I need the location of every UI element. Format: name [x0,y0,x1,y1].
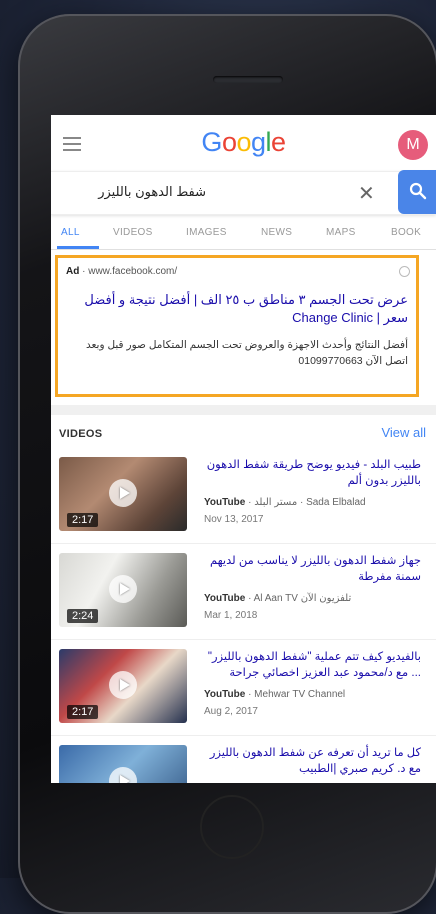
video-platform: YouTube [204,593,246,604]
video-date: Nov 13, 2017 [204,514,264,525]
video-title[interactable]: بالفيديو كيف تتم عملية "شفط الدهون باللي… [201,649,421,681]
video-result[interactable]: كل ما تريد أن تعرفه عن شفط الدهون بالليز… [59,745,429,783]
info-icon[interactable] [399,266,410,277]
video-result[interactable]: 2:17 طبيب البلد - فيديو يوضح طريقة شفط ا… [59,457,429,537]
video-title[interactable]: طبيب البلد - فيديو يوضح طريقة شفط الدهون… [201,457,421,489]
video-title[interactable]: جهاز شفط الدهون بالليزر لا يناسب من لديه… [201,553,421,585]
videos-heading: VIDEOS [59,428,103,440]
ad-title-link[interactable]: عرض تحت الجسم ٣ مناطق ب ٢٥ الف | أفضل نت… [66,291,408,327]
video-thumbnail[interactable] [59,745,187,783]
ad-result[interactable]: Ad · www.facebook.com/ عرض تحت الجسم ٣ م… [55,255,419,397]
video-thumbnail[interactable]: 2:24 [59,553,187,627]
phone-speaker [213,76,283,83]
section-divider [51,405,436,415]
ad-badge: Ad [66,266,80,277]
google-header: Google M [51,115,436,171]
logo-letter: G [201,127,222,157]
video-thumbnail[interactable]: 2:17 [59,457,187,531]
video-date: Mar 1, 2018 [204,610,258,621]
video-source: YouTube · Al Aan TV تلفزيون الآن [204,593,351,604]
divider [51,543,436,544]
tab-maps[interactable]: MAPS [326,227,356,238]
search-button[interactable] [398,170,436,214]
video-source: YouTube · مستر البلد · Sada Elbalad [204,497,366,508]
play-icon[interactable] [109,671,137,699]
tab-videos[interactable]: VIDEOS [113,227,153,238]
video-channel: · مستر البلد · Sada Elbalad [248,497,366,508]
logo-letter: o [221,127,237,157]
search-icon [409,182,427,200]
ad-url: · www.facebook.com/ [82,266,178,277]
ad-header: Ad · www.facebook.com/ [66,266,408,277]
video-title[interactable]: كل ما تريد أن تعرفه عن شفط الدهون بالليز… [201,745,421,777]
video-result[interactable]: 2:24 جهاز شفط الدهون بالليزر لا يناسب من… [59,553,429,633]
ad-description: أفضل النتائج وأحدث الاجهزة والعروض تحت ا… [85,339,408,367]
video-channel: · Al Aan TV تلفزيون الآن [248,593,352,604]
divider [51,639,436,640]
video-source: YouTube · Mehwar TV Channel [204,689,345,700]
video-duration: 2:17 [67,513,99,527]
video-duration: 2:24 [67,609,99,623]
play-icon[interactable] [109,575,137,603]
logo-letter: o [236,127,251,157]
tab-books[interactable]: BOOK [391,227,421,238]
video-platform: YouTube [204,689,246,700]
video-duration: 2:17 [67,705,99,719]
search-tabs: ALL VIDEOS IMAGES NEWS MAPS BOOK [51,215,436,250]
tab-news[interactable]: NEWS [261,227,292,238]
video-date: Aug 2, 2017 [204,706,258,717]
clear-icon[interactable]: ✕ [358,181,375,206]
play-icon[interactable] [109,767,137,783]
account-avatar[interactable]: M [398,130,428,160]
tab-images[interactable]: IMAGES [186,227,227,238]
google-logo[interactable]: Google [51,127,436,158]
play-icon[interactable] [109,479,137,507]
logo-letter: g [251,127,266,157]
divider [51,735,436,736]
home-button[interactable] [200,795,264,859]
search-bar[interactable]: شفط الدهون بالليزر ✕ [51,170,436,215]
video-thumbnail[interactable]: 2:17 [59,649,187,723]
video-channel: · Mehwar TV Channel [248,689,346,700]
search-input[interactable]: شفط الدهون بالليزر [98,184,206,200]
tab-all[interactable]: ALL [61,227,80,238]
active-tab-indicator [57,246,99,249]
logo-letter: e [271,127,286,157]
view-all-link[interactable]: View all [381,425,426,440]
browser-screen: Google M شفط الدهون بالليزر ✕ ALL VIDEOS… [51,115,436,783]
video-platform: YouTube [204,497,246,508]
video-result[interactable]: 2:17 بالفيديو كيف تتم عملية "شفط الدهون … [59,649,429,729]
